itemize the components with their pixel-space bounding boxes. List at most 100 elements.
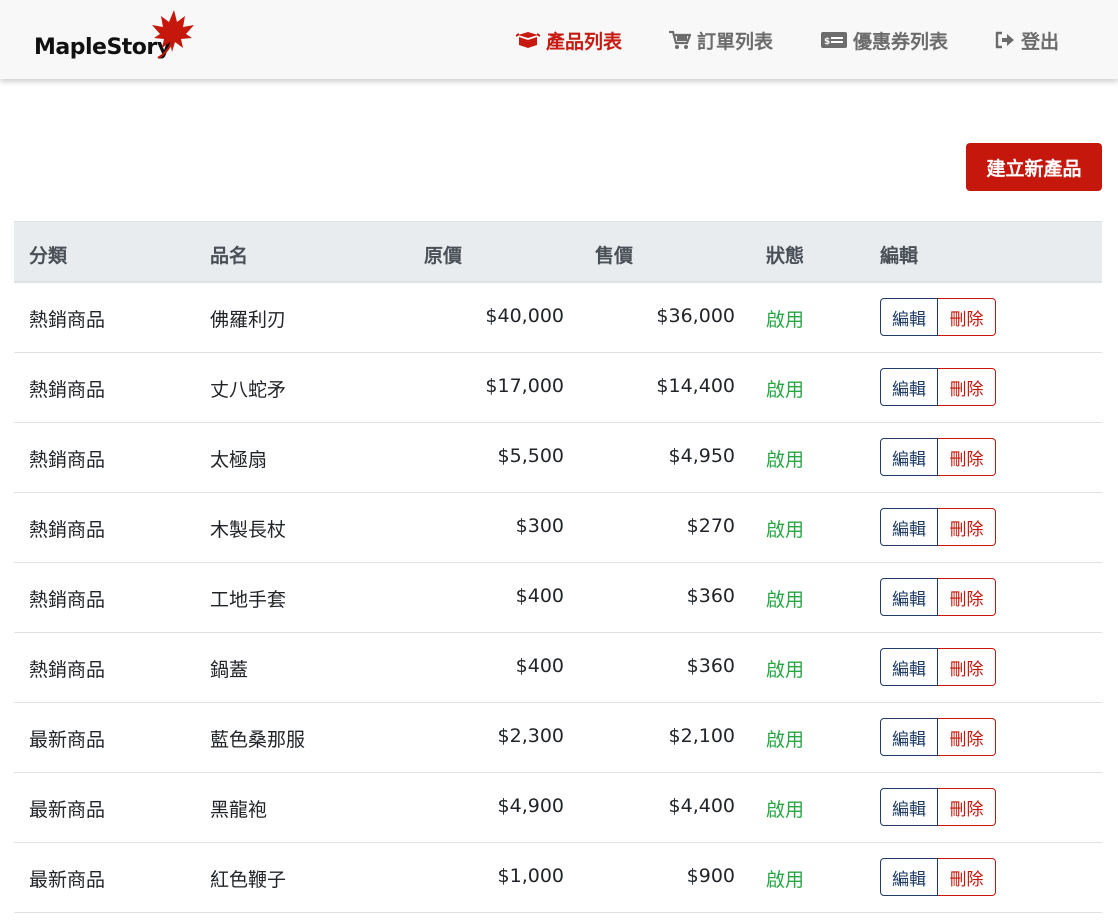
cell-name: 太極扇 [210, 449, 268, 471]
create-product-button[interactable]: 建立新產品 [966, 143, 1102, 191]
navbar: MapleStory 產品列表 訂單列表 $ 優惠券列表 登出 [0, 0, 1118, 79]
status-badge: 啟用 [766, 729, 805, 751]
edit-button[interactable]: 編輯 [880, 508, 938, 546]
cell-origin-price: $5,500 [497, 445, 564, 467]
table-body: 熱銷商品 佛羅利刃 $40,000 $36,000 啟用 編輯 刪除 熱銷商品 … [14, 283, 1102, 913]
cell-category: 熱銷商品 [29, 379, 106, 401]
nav-item-products[interactable]: 產品列表 [516, 26, 622, 54]
status-badge: 啟用 [766, 309, 805, 331]
cell-price: $4,400 [668, 795, 735, 817]
cell-origin-price: $4,900 [497, 795, 564, 817]
edit-button[interactable]: 編輯 [880, 648, 938, 686]
row-actions: 編輯 刪除 [880, 298, 996, 336]
cell-price: $900 [686, 865, 735, 887]
cell-category: 最新商品 [29, 869, 106, 891]
brand-logo[interactable]: MapleStory [34, 8, 199, 70]
table-row: 熱銷商品 工地手套 $400 $360 啟用 編輯 刪除 [14, 563, 1102, 633]
cell-origin-price: $2,300 [497, 725, 564, 747]
cell-origin-price: $1,000 [497, 865, 564, 887]
edit-button[interactable]: 編輯 [880, 718, 938, 756]
column-header-edit: 編輯 [880, 245, 919, 267]
nav-item-label: 產品列表 [546, 30, 623, 53]
cell-price: $14,400 [656, 375, 735, 397]
cell-category: 最新商品 [29, 799, 106, 821]
delete-button[interactable]: 刪除 [938, 578, 996, 616]
column-header-category: 分類 [29, 245, 68, 267]
delete-button[interactable]: 刪除 [938, 718, 996, 756]
table-row: 熱銷商品 木製長杖 $300 $270 啟用 編輯 刪除 [14, 493, 1102, 563]
row-actions: 編輯 刪除 [880, 368, 996, 406]
row-actions: 編輯 刪除 [880, 648, 996, 686]
table-row: 最新商品 藍色桑那服 $2,300 $2,100 啟用 編輯 刪除 [14, 703, 1102, 773]
cell-origin-price: $40,000 [485, 305, 564, 327]
logout-icon [995, 31, 1014, 49]
cell-name: 工地手套 [210, 589, 287, 611]
edit-button[interactable]: 編輯 [880, 298, 938, 336]
cell-price: $360 [686, 585, 735, 607]
status-badge: 啟用 [766, 659, 805, 681]
row-actions: 編輯 刪除 [880, 438, 996, 476]
row-actions: 編輯 刪除 [880, 718, 996, 756]
row-actions: 編輯 刪除 [880, 578, 996, 616]
edit-button[interactable]: 編輯 [880, 858, 938, 896]
column-header-price: 售價 [595, 245, 634, 267]
delete-button[interactable]: 刪除 [938, 298, 996, 336]
cell-name: 紅色鞭子 [210, 869, 287, 891]
status-badge: 啟用 [766, 379, 805, 401]
status-badge: 啟用 [766, 869, 805, 891]
cell-origin-price: $400 [515, 655, 564, 677]
table-header: 分類 品名 原價 售價 狀態 編輯 [14, 221, 1102, 283]
table-row: 最新商品 黑龍袍 $4,900 $4,400 啟用 編輯 刪除 [14, 773, 1102, 843]
delete-button[interactable]: 刪除 [938, 438, 996, 476]
cell-origin-price: $17,000 [485, 375, 564, 397]
cell-name: 黑龍袍 [210, 799, 268, 821]
delete-button[interactable]: 刪除 [938, 788, 996, 826]
svg-text:$: $ [824, 37, 830, 47]
cell-category: 熱銷商品 [29, 309, 106, 331]
nav-item-label: 登出 [1021, 30, 1060, 53]
status-badge: 啟用 [766, 589, 805, 611]
cell-category: 熱銷商品 [29, 449, 106, 471]
status-badge: 啟用 [766, 799, 805, 821]
delete-button[interactable]: 刪除 [938, 858, 996, 896]
table-row: 最新商品 紅色鞭子 $1,000 $900 啟用 編輯 刪除 [14, 843, 1102, 913]
cart-icon [669, 30, 691, 49]
column-header-status: 狀態 [766, 245, 805, 267]
cell-category: 熱銷商品 [29, 659, 106, 681]
cell-origin-price: $300 [515, 515, 564, 537]
table-row: 熱銷商品 佛羅利刃 $40,000 $36,000 啟用 編輯 刪除 [14, 283, 1102, 353]
edit-button[interactable]: 編輯 [880, 788, 938, 826]
edit-button[interactable]: 編輯 [880, 368, 938, 406]
nav-item-label: 優惠券列表 [853, 30, 949, 53]
box-open-icon [516, 32, 540, 48]
table-row: 熱銷商品 丈八蛇矛 $17,000 $14,400 啟用 編輯 刪除 [14, 353, 1102, 423]
delete-button[interactable]: 刪除 [938, 508, 996, 546]
delete-button[interactable]: 刪除 [938, 368, 996, 406]
column-header-origin-price: 原價 [424, 245, 463, 267]
column-header-name: 品名 [210, 245, 249, 267]
cell-name: 丈八蛇矛 [210, 379, 287, 401]
cell-name: 鍋蓋 [210, 659, 249, 681]
cell-price: $4,950 [668, 445, 735, 467]
status-badge: 啟用 [766, 449, 805, 471]
cell-price: $36,000 [656, 305, 735, 327]
nav-item-orders[interactable]: 訂單列表 [669, 26, 773, 54]
table-row: 熱銷商品 鍋蓋 $400 $360 啟用 編輯 刪除 [14, 633, 1102, 703]
cell-price: $270 [686, 515, 735, 537]
row-actions: 編輯 刪除 [880, 858, 996, 896]
cell-category: 熱銷商品 [29, 589, 106, 611]
delete-button[interactable]: 刪除 [938, 648, 996, 686]
products-table: 分類 品名 原價 售價 狀態 編輯 熱銷商品 佛羅利刃 $40,000 $36,… [14, 221, 1102, 913]
nav-item-logout[interactable]: 登出 [995, 26, 1059, 54]
table-row: 熱銷商品 太極扇 $5,500 $4,950 啟用 編輯 刪除 [14, 423, 1102, 493]
nav-item-label: 訂單列表 [697, 30, 774, 53]
edit-button[interactable]: 編輯 [880, 578, 938, 616]
nav-item-coupons[interactable]: $ 優惠券列表 [821, 26, 948, 54]
maple-leaf-icon [152, 10, 194, 59]
row-actions: 編輯 刪除 [880, 788, 996, 826]
status-badge: 啟用 [766, 519, 805, 541]
cell-name: 佛羅利刃 [210, 309, 287, 331]
edit-button[interactable]: 編輯 [880, 438, 938, 476]
cell-name: 木製長杖 [210, 519, 287, 541]
cell-price: $360 [686, 655, 735, 677]
